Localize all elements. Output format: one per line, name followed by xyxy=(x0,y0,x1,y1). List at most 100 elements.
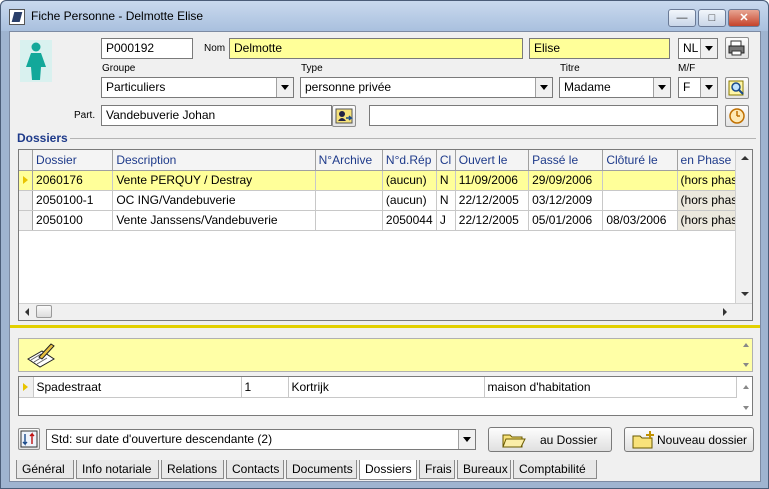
chevron-down-icon[interactable] xyxy=(276,78,293,97)
cell-archive xyxy=(315,190,383,211)
chevron-down-icon[interactable] xyxy=(458,430,475,449)
tab-info-notariale[interactable]: Info notariale xyxy=(76,460,159,479)
groupe-label: Groupe xyxy=(102,63,136,74)
partner-link-icon xyxy=(335,108,353,124)
clock-button[interactable] xyxy=(725,105,749,127)
cell-passe: 03/12/2009 xyxy=(528,190,604,211)
au-dossier-label: au Dossier xyxy=(540,433,598,447)
panel-splitter[interactable] xyxy=(10,325,760,328)
close-button[interactable]: ✕ xyxy=(728,9,760,27)
maximize-button[interactable]: □ xyxy=(698,9,726,27)
part-extra-field[interactable] xyxy=(369,105,718,126)
chevron-down-icon[interactable] xyxy=(700,39,717,58)
tab-documents[interactable]: Documents xyxy=(286,460,357,479)
tab-contacts[interactable]: Contacts xyxy=(226,460,284,479)
row-indicator xyxy=(19,190,34,211)
sort-button[interactable] xyxy=(18,428,40,450)
tab-relations[interactable]: Relations xyxy=(161,460,224,479)
table-row[interactable]: 2060176 Vente PERQUY / Destray (aucun) N… xyxy=(19,170,752,191)
nouveau-dossier-button[interactable]: Nouveau dossier xyxy=(624,427,754,452)
chevron-down-icon[interactable] xyxy=(700,78,717,97)
cell-nature: maison d'habitation xyxy=(484,377,737,398)
cell-cloture: 08/03/2006 xyxy=(602,210,678,231)
tab-bureaux[interactable]: Bureaux xyxy=(457,460,511,479)
scroll-down-icon[interactable] xyxy=(741,292,749,296)
part-label: Part. xyxy=(74,110,96,121)
cell-cloture xyxy=(602,170,678,191)
tab-comptabilite[interactable]: Comptabilité xyxy=(513,460,597,479)
minimize-button[interactable]: — xyxy=(668,9,696,27)
mf-select[interactable]: F xyxy=(678,77,718,98)
cell-dossier: 2060176 xyxy=(32,170,114,191)
prenom-field[interactable]: Elise xyxy=(529,38,670,59)
cell-numero: 1 xyxy=(241,377,289,398)
nom-field[interactable]: Delmotte xyxy=(229,38,523,59)
cell-rue: Spadestraat xyxy=(33,377,242,398)
scroll-up-icon[interactable] xyxy=(741,156,749,160)
type-select[interactable]: personne privée xyxy=(300,77,553,98)
scroll-left-icon[interactable] xyxy=(25,308,29,316)
address-grid[interactable]: Spadestraat 1 Kortrijk maison d'habitati… xyxy=(18,376,753,416)
cell-rep: 2050044 xyxy=(382,210,437,231)
cell-description: Vente PERQUY / Destray xyxy=(112,170,316,191)
au-dossier-button[interactable]: au Dossier xyxy=(488,427,612,452)
col-description[interactable]: Description xyxy=(112,150,316,171)
client-area: P000192 Nom Delmotte Elise NL Groupe Typ… xyxy=(9,31,761,482)
chevron-down-icon[interactable] xyxy=(535,78,552,97)
row-indicator-header xyxy=(19,150,34,171)
table-row[interactable]: 2050100-1 OC ING/Vandebuverie (aucun) N … xyxy=(19,190,752,211)
scroll-down-icon[interactable] xyxy=(743,406,749,410)
tab-dossiers[interactable]: Dossiers xyxy=(359,460,417,480)
cell-cloture xyxy=(602,190,678,211)
cell-ouvert: 11/09/2006 xyxy=(455,170,530,191)
partner-link-button[interactable] xyxy=(332,105,356,127)
sort-select[interactable]: Std: sur date d'ouverture descendante (2… xyxy=(46,429,476,450)
partenaire-field[interactable]: Vandebuverie Johan xyxy=(101,105,332,126)
table-row[interactable]: Spadestraat 1 Kortrijk maison d'habitati… xyxy=(19,377,737,398)
bottom-tab-strip: Général Info notariale Relations Contact… xyxy=(14,460,759,480)
groupe-select[interactable]: Particuliers xyxy=(101,77,294,98)
scroll-up-icon[interactable] xyxy=(743,385,749,389)
tab-general[interactable]: Général xyxy=(16,460,74,479)
search-button[interactable] xyxy=(725,77,749,99)
dossiers-horizontal-scrollbar[interactable] xyxy=(19,303,752,320)
app-icon xyxy=(9,9,25,25)
row-pointer-icon xyxy=(19,170,34,191)
title-bar[interactable]: Fiche Personne - Delmotte Elise — □ ✕ xyxy=(1,1,768,31)
scroll-right-icon[interactable] xyxy=(723,308,727,316)
chevron-down-icon[interactable] xyxy=(653,78,670,97)
cell-rep: (aucun) xyxy=(382,190,437,211)
dossiers-grid[interactable]: Dossier Description N°Archive N°d.Rép Cl… xyxy=(18,149,753,321)
col-dossier[interactable]: Dossier xyxy=(32,150,114,171)
table-row[interactable]: 2050100 Vente Janssens/Vandebuverie 2050… xyxy=(19,210,752,231)
scroll-up-icon[interactable] xyxy=(743,343,749,347)
dossiers-vertical-scrollbar[interactable] xyxy=(735,150,752,303)
col-cloture[interactable]: Clôturé le xyxy=(602,150,678,171)
window-title: Fiche Personne - Delmotte Elise xyxy=(31,9,204,23)
scroll-down-icon[interactable] xyxy=(743,363,749,367)
cell-ouvert: 22/12/2005 xyxy=(455,190,530,211)
langue-value: NL xyxy=(683,41,699,55)
col-passe[interactable]: Passé le xyxy=(528,150,604,171)
cell-archive xyxy=(315,210,383,231)
titre-value: Madame xyxy=(564,80,611,94)
notes-panel[interactable] xyxy=(18,338,753,372)
titre-select[interactable]: Madame xyxy=(559,77,671,98)
scroll-thumb[interactable] xyxy=(36,305,52,318)
col-rep[interactable]: N°d.Rép xyxy=(382,150,437,171)
notepad-pen-icon xyxy=(27,343,55,368)
col-archive[interactable]: N°Archive xyxy=(315,150,383,171)
person-id-field[interactable]: P000192 xyxy=(101,38,193,59)
mf-value: F xyxy=(683,80,691,94)
tab-frais[interactable]: Frais xyxy=(419,460,455,479)
col-cl[interactable]: Cl xyxy=(436,150,456,171)
titre-label: Titre xyxy=(560,63,580,74)
address-table: Spadestraat 1 Kortrijk maison d'habitati… xyxy=(19,377,737,398)
print-button[interactable] xyxy=(725,37,749,59)
col-ouvert[interactable]: Ouvert le xyxy=(455,150,530,171)
nom-label: Nom xyxy=(204,43,226,54)
mf-label: M/F xyxy=(678,63,696,74)
cell-ville: Kortrijk xyxy=(288,377,485,398)
langue-select[interactable]: NL xyxy=(678,38,718,59)
sort-icon xyxy=(20,430,38,448)
